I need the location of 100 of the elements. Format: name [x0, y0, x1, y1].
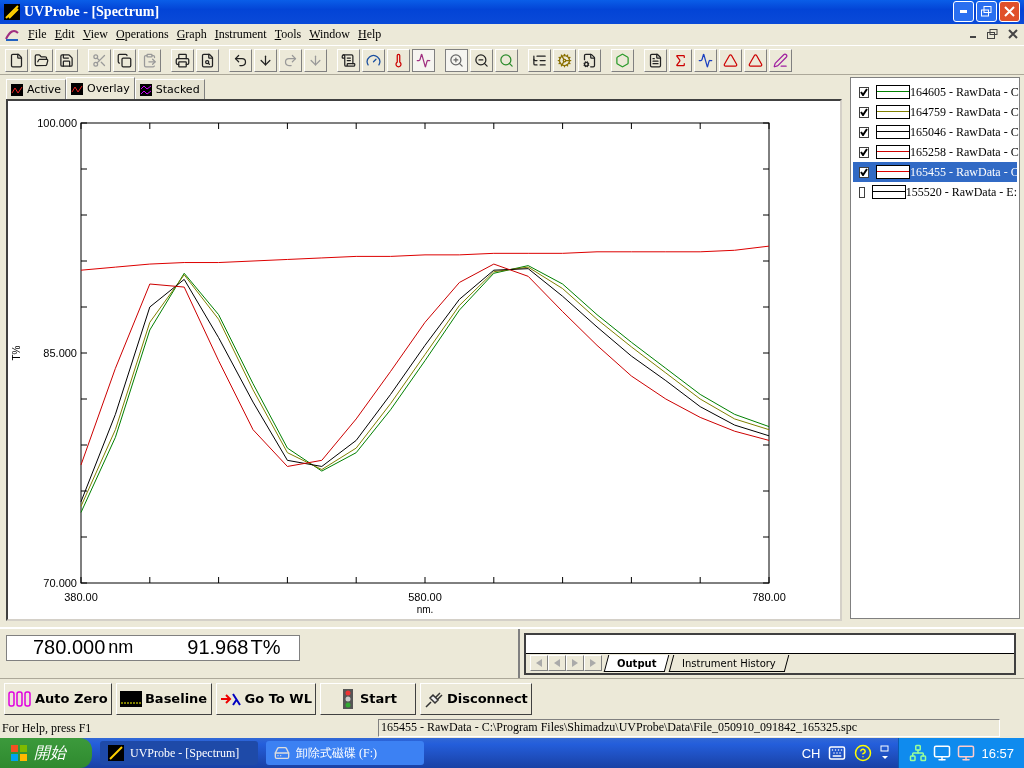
command-button[interactable]: Auto Zero	[4, 682, 112, 715]
legend-item[interactable]: 155520 - RawData - E:	[853, 182, 1017, 203]
taskbar-button[interactable]: UVProbe - [Spectrum]	[100, 741, 258, 765]
menu-item[interactable]: Operations	[112, 26, 173, 42]
menu-item[interactable]: View	[78, 26, 112, 42]
output-tab[interactable]: Instrument History	[669, 654, 790, 672]
menu-item[interactable]: Window	[305, 26, 355, 42]
legend-label: 165258 - RawData - C	[910, 144, 1019, 160]
line-swatch	[876, 165, 910, 180]
triangle-icon	[571, 659, 579, 668]
triangle-icon	[553, 659, 561, 668]
close-button[interactable]	[999, 1, 1020, 23]
legend-label: 164759 - RawData - C	[910, 104, 1019, 120]
last-button[interactable]	[584, 655, 602, 672]
wavelength-value: 780.000	[33, 636, 106, 660]
clock: 16:57	[981, 745, 1014, 761]
view-tab[interactable]: Overlay	[66, 77, 135, 100]
start-button[interactable]: 開始	[0, 738, 92, 768]
output-tab[interactable]: Output	[603, 654, 670, 672]
spectrum-icon	[139, 83, 152, 96]
pen-icon	[773, 52, 788, 68]
legend-label: 165046 - RawData - C	[910, 124, 1019, 140]
scroll-icon	[341, 52, 356, 68]
menu-item[interactable]: Edit	[50, 26, 79, 42]
windows-logo	[10, 744, 28, 762]
checkbox[interactable]	[859, 86, 869, 98]
view-tab[interactable]: Stacked	[134, 79, 205, 100]
options-icon[interactable]	[880, 744, 891, 762]
checkbox[interactable]	[859, 166, 869, 178]
keyboard-icon[interactable]	[828, 744, 847, 762]
restore-icon	[981, 6, 992, 18]
arrow-icon	[219, 691, 242, 706]
redo-icon	[283, 52, 298, 68]
close-icon[interactable]	[1006, 28, 1020, 41]
app-icon	[108, 745, 124, 761]
line-swatch	[876, 85, 910, 100]
baseline-icon	[119, 690, 142, 707]
monitor-icon[interactable]	[933, 744, 952, 762]
zero-icon	[8, 690, 32, 707]
reading-value: 91.968	[187, 636, 249, 660]
restore-button[interactable]	[976, 1, 997, 23]
print-icon	[175, 52, 190, 68]
legend-label: 155520 - RawData - E:	[905, 184, 1017, 200]
view-tab[interactable]: Active	[6, 79, 67, 100]
gauge-icon	[366, 52, 381, 68]
legend-item[interactable]: 164605 - RawData - C	[853, 82, 1017, 103]
checkbox[interactable]	[859, 186, 865, 198]
command-button[interactable]: Disconnect	[419, 682, 532, 715]
legend-item[interactable]: 165258 - RawData - C	[853, 142, 1017, 163]
legend-item[interactable]: 165046 - RawData - C	[853, 122, 1017, 143]
y-tick-label: 70.000	[43, 577, 77, 590]
first-button[interactable]	[530, 655, 548, 672]
triangle-icon	[535, 659, 543, 668]
checkbox[interactable]	[859, 106, 869, 118]
legend-item[interactable]: 164759 - RawData - C	[853, 102, 1017, 123]
taskbar-button[interactable]: 卸除式磁碟 (F:)	[266, 741, 424, 765]
network-icon[interactable]	[909, 744, 928, 762]
window-title: UVProbe - [Spectrum]	[24, 3, 161, 20]
undo-icon	[233, 52, 248, 68]
menu-item[interactable]: File	[24, 26, 51, 42]
paste-icon	[142, 52, 157, 68]
command-button[interactable]: Go To WL	[215, 682, 316, 715]
close-icon	[1004, 6, 1015, 18]
peaks-icon	[698, 52, 713, 68]
minimize-icon	[960, 10, 967, 14]
menu-item[interactable]: Graph	[172, 26, 211, 42]
spectrum-icon	[71, 82, 84, 95]
save-icon	[59, 52, 74, 68]
x-tick-label: 580.00	[408, 591, 442, 604]
line-swatch	[876, 145, 910, 160]
line-swatch	[871, 185, 906, 200]
x-axis-label: nm.	[416, 604, 434, 616]
help-icon[interactable]	[854, 744, 873, 762]
new-file-icon	[9, 52, 24, 68]
drive-icon	[274, 745, 290, 761]
minimize-button[interactable]	[953, 1, 974, 23]
y-tick-label: 100.000	[37, 117, 77, 130]
checkbox[interactable]	[859, 126, 869, 138]
menu-item[interactable]: Tools	[270, 26, 306, 42]
line-swatch	[876, 125, 910, 140]
spectrum-icon	[416, 52, 431, 68]
checkbox[interactable]	[859, 146, 869, 158]
y-axis-label: T%	[11, 345, 22, 361]
previous-button[interactable]	[548, 655, 566, 672]
language-indicator[interactable]: CH	[801, 745, 821, 761]
command-button[interactable]: Start	[319, 682, 416, 715]
app-icon	[4, 3, 20, 20]
next-button[interactable]	[566, 655, 584, 672]
tree-icon	[532, 52, 547, 68]
open-folder-icon	[34, 52, 49, 68]
menu-item[interactable]: Instrument	[210, 26, 271, 42]
menu-item[interactable]: Help	[354, 26, 386, 42]
down-arrow-icon	[258, 52, 273, 68]
status-help-text: For Help, press F1	[1, 720, 93, 736]
x-tick-label: 380.00	[64, 591, 98, 604]
y-tick-label: 85.000	[43, 347, 77, 360]
restore-icon[interactable]	[986, 28, 1000, 41]
command-button[interactable]: Baseline	[115, 682, 212, 715]
line-swatch	[876, 105, 910, 120]
down-arrow-icon	[308, 52, 323, 68]
